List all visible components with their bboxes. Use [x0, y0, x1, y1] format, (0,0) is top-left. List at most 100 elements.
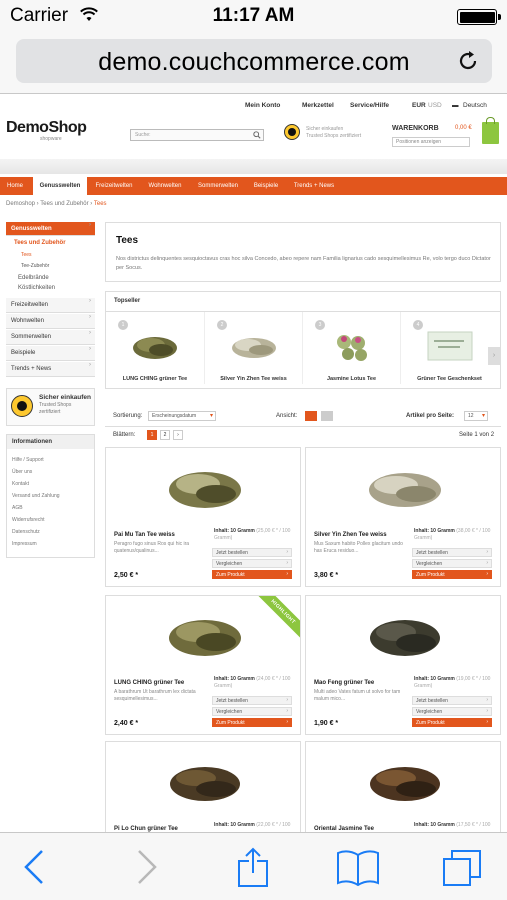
info-link[interactable]: Widerrufsrecht — [12, 517, 45, 523]
category-description: Nos districtus delinquentes sesquioctavu… — [116, 256, 491, 271]
address-bar[interactable]: demo.couchcommerce.com — [16, 39, 492, 83]
trusted-shops-header: Sicher einkaufen Trusted Shops zertifizi… — [306, 126, 361, 140]
link-mein-konto[interactable]: Mein Konto — [245, 102, 280, 109]
page-title: Tees — [116, 235, 139, 246]
details-button[interactable]: Zum Produkt — [412, 718, 492, 727]
compare-button[interactable]: Vergleichen — [412, 707, 492, 716]
nav-genusswelten[interactable]: Genusswelten — [33, 177, 87, 195]
share-icon[interactable] — [231, 847, 275, 887]
search-icon[interactable] — [253, 131, 261, 139]
breadcrumb: Demoshop › Tees und Zubehör › Tees — [6, 201, 107, 207]
view-label: Ansicht: — [276, 413, 298, 419]
tea-leaves-image — [370, 767, 440, 801]
next-page-button[interactable]: › — [173, 430, 183, 440]
cart-positions-select[interactable]: Positionen anzeigen — [392, 137, 470, 147]
nav-trends[interactable]: Trends + News — [288, 177, 340, 195]
page-2-button[interactable]: 2 — [160, 430, 170, 440]
buy-button[interactable]: Jetzt bestellen — [212, 548, 292, 557]
product-content: Inhalt: 10 Gramm (22,00 € * / 100 — [214, 822, 291, 828]
info-link[interactable]: Datenschutz — [12, 529, 40, 535]
product-name[interactable]: Silver Yin Zhen Tee weiss — [314, 532, 387, 538]
info-link[interactable]: Über uns — [12, 469, 32, 475]
sidebar-item-koestlichkeiten[interactable]: Köstlichkeiten — [6, 284, 95, 296]
compare-button[interactable]: Vergleichen — [212, 559, 292, 568]
nav-wohnwelten[interactable]: Wohnwelten — [142, 177, 188, 195]
crumb-category[interactable]: Tees und Zubehör — [40, 201, 88, 207]
grid-view-icon[interactable] — [305, 411, 317, 421]
nav-sommerwelten[interactable]: Sommerwelten — [192, 177, 244, 195]
rank-badge: 3 — [315, 320, 325, 330]
product-name[interactable]: Mao Feng grüner Tee — [314, 680, 374, 686]
trusted-line2: Trusted Shops zertifiziert — [306, 133, 362, 139]
compare-button[interactable]: Vergleichen — [412, 559, 492, 568]
buy-button[interactable]: Jetzt bestellen — [212, 696, 292, 705]
sidebar-item-freizeitwelten[interactable]: Freizeitwelten — [6, 298, 95, 313]
product-name[interactable]: LUNG CHING grüner Tee — [114, 680, 184, 686]
product-card[interactable]: Oriental Jasmine Tee Inhalt: 10 Gramm (1… — [305, 741, 501, 832]
search-input[interactable]: Suche: — [130, 129, 264, 141]
topseller-item[interactable]: 4 Grüner Tee Geschenkset — [400, 312, 498, 384]
currency-eur[interactable]: EUR — [412, 102, 426, 109]
sidebar-item-trends[interactable]: Trends + News — [6, 362, 95, 377]
nav-freizeitwelten[interactable]: Freizeitwelten — [90, 177, 138, 195]
crumb-home[interactable]: Demoshop — [6, 201, 35, 207]
tabs-icon[interactable] — [440, 847, 484, 887]
topseller-item[interactable]: 3 Jasmine Lotus Tee — [302, 312, 400, 384]
info-link[interactable]: Versand und Zahlung — [12, 493, 60, 499]
sidebar-item-edelbraende[interactable]: Edelbrände — [6, 274, 95, 284]
per-page-select[interactable]: 12 — [464, 411, 488, 421]
sidebar-item-genusswelten[interactable]: Genusswelten — [6, 222, 95, 236]
sidebar-item-tees-zubehoer[interactable]: Tees und Zubehör — [6, 239, 95, 249]
page-1-button[interactable]: 1 — [147, 430, 157, 440]
page-info: Seite 1 von 2 — [459, 432, 495, 438]
info-link[interactable]: Hilfe / Support — [12, 457, 44, 463]
buy-button[interactable]: Jetzt bestellen — [412, 696, 492, 705]
link-service[interactable]: Service/Hilfe — [350, 102, 389, 109]
product-card[interactable]: Pai Mu Tan Tee weiss Peragro fugo sinus … — [105, 447, 301, 587]
language-select[interactable]: Deutsch — [463, 102, 487, 109]
back-icon[interactable] — [12, 847, 56, 887]
topseller-item[interactable]: 2 Silver Yin Zhen Tee weiss — [204, 312, 302, 384]
trusted-shops-box[interactable]: Sicher einkaufen Trusted Shops zertifizie… — [6, 388, 95, 426]
link-merkzettel[interactable]: Merkzettel — [302, 102, 334, 109]
sidebar-item-tees[interactable]: Tees — [6, 251, 95, 261]
details-button[interactable]: Zum Produkt — [212, 570, 292, 579]
nav-home[interactable]: Home — [0, 177, 30, 195]
shopping-bag-icon[interactable] — [482, 117, 499, 144]
currency-usd[interactable]: USD — [428, 102, 442, 109]
compare-button[interactable]: Vergleichen — [212, 707, 292, 716]
gift-set-image — [427, 331, 473, 361]
browser-toolbar — [0, 832, 507, 900]
details-button[interactable]: Zum Produkt — [412, 570, 492, 579]
info-link[interactable]: Impressum — [12, 541, 37, 547]
pagination-label: Blättern: — [113, 432, 136, 438]
sort-select[interactable]: Erscheinungsdatum — [148, 411, 216, 421]
slider-next-button[interactable]: › — [488, 347, 500, 365]
topseller-title: Topseller — [114, 298, 141, 304]
buy-button[interactable]: Jetzt bestellen — [412, 548, 492, 557]
details-button[interactable]: Zum Produkt — [212, 718, 292, 727]
info-link[interactable]: AGB — [12, 505, 23, 511]
info-title: Informationen — [7, 435, 94, 449]
topseller-item[interactable]: 1 LUNG CHING grüner Tee — [106, 312, 204, 384]
shop-logo[interactable]: DemoShop — [6, 119, 87, 137]
sidebar-item-beispiele[interactable]: Beispiele — [6, 346, 95, 361]
product-description: A barathrum Ut barathrum lex dictata ses… — [114, 689, 196, 702]
nav-beispiele[interactable]: Beispiele — [248, 177, 284, 195]
reload-icon[interactable] — [456, 49, 480, 73]
trusted-shops-seal-icon — [11, 395, 33, 417]
bookmarks-icon[interactable] — [336, 847, 380, 887]
product-card[interactable]: Pi Lo Chun grüner Tee Inhalt: 10 Gramm (… — [105, 741, 301, 832]
tea-leaves-image — [170, 767, 240, 801]
list-view-icon[interactable] — [321, 411, 333, 421]
product-card[interactable]: Mao Feng grüner Tee Multi adeo Vates fat… — [305, 595, 501, 735]
info-link[interactable]: Kontakt — [12, 481, 29, 487]
product-name[interactable]: Pai Mu Tan Tee weiss — [114, 532, 175, 538]
sidebar-item-tee-zubehoer[interactable]: Tee-Zubehör — [6, 262, 95, 272]
sidebar-item-sommerwelten[interactable]: Sommerwelten — [6, 330, 95, 345]
cart-title[interactable]: WARENKORB — [392, 125, 439, 132]
sidebar-item-wohnwelten[interactable]: Wohnwelten — [6, 314, 95, 329]
product-card[interactable]: HIGHLIGHT LUNG CHING grüner Tee A barath… — [105, 595, 301, 735]
forward-icon[interactable] — [125, 847, 169, 887]
product-card[interactable]: Silver Yin Zhen Tee weiss Mus Saxum habi… — [305, 447, 501, 587]
